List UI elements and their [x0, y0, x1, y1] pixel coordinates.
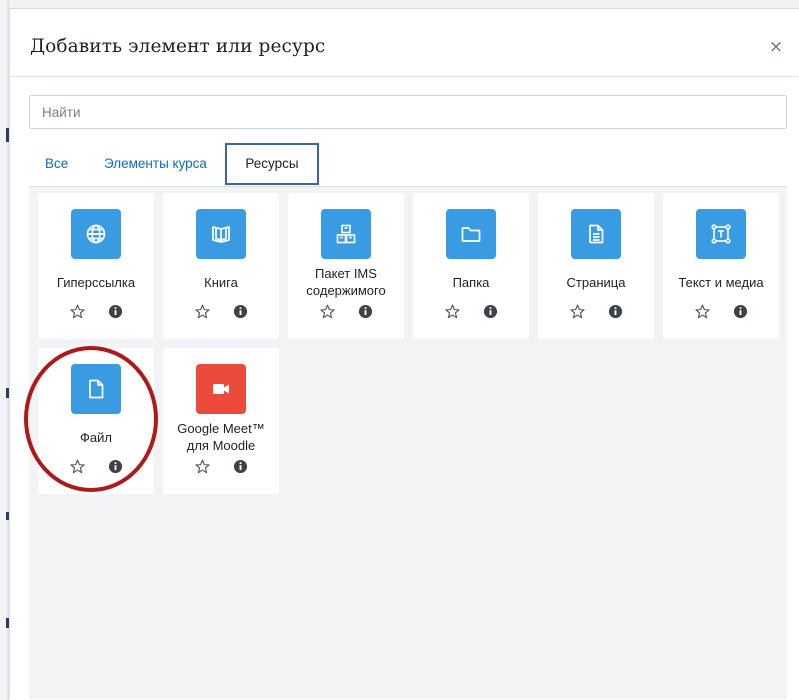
- resource-card-text-media[interactable]: Текст и медиа: [663, 193, 779, 339]
- info-icon[interactable]: [107, 458, 123, 474]
- resource-icon-tile: [446, 209, 496, 259]
- tab-resources[interactable]: Ресурсы: [225, 143, 319, 185]
- package-icon: [336, 224, 356, 244]
- resource-card-page[interactable]: Страница: [538, 193, 654, 339]
- resource-label: Google Meet™ для Moodle: [177, 421, 265, 453]
- search-field[interactable]: [29, 95, 787, 129]
- text-media-icon: [711, 224, 731, 244]
- resource-card-folder[interactable]: Папка: [413, 193, 529, 339]
- tab-activities[interactable]: Элементы курса: [88, 143, 223, 185]
- info-icon[interactable]: [357, 303, 373, 319]
- file-icon: [89, 379, 104, 399]
- resource-grid: Гиперссылка Книга Пакет IMS содержимого: [29, 186, 787, 699]
- card-actions: [163, 458, 279, 478]
- page-icon: [589, 224, 604, 244]
- resource-card-ims-package[interactable]: Пакет IMS содержимого: [288, 193, 404, 339]
- card-actions: [538, 303, 654, 323]
- resource-icon-tile: [696, 209, 746, 259]
- resource-icon-tile: [71, 364, 121, 414]
- star-outline-icon[interactable]: [694, 303, 710, 319]
- background-page-edge: [0, 0, 9, 700]
- star-outline-icon[interactable]: [569, 303, 585, 319]
- card-actions: [288, 303, 404, 323]
- folder-icon: [461, 227, 481, 242]
- resource-label: Страница: [566, 274, 626, 290]
- info-icon[interactable]: [107, 303, 123, 319]
- resource-label: Пакет IMS содержимого: [306, 266, 386, 298]
- card-actions: [163, 303, 279, 323]
- resource-label: Папка: [452, 274, 490, 290]
- modal-header: Добавить элемент или ресурс ×: [10, 9, 798, 77]
- resource-card-url[interactable]: Гиперссылка: [38, 193, 154, 339]
- card-actions: [38, 303, 154, 323]
- info-icon[interactable]: [482, 303, 498, 319]
- resource-icon-tile: [71, 209, 121, 259]
- resource-card-book[interactable]: Книга: [163, 193, 279, 339]
- background-page-top: [9, 0, 799, 9]
- star-outline-icon[interactable]: [194, 303, 210, 319]
- star-outline-icon[interactable]: [69, 303, 85, 319]
- globe-icon: [86, 224, 106, 244]
- resource-label: Текст и медиа: [678, 274, 764, 290]
- star-outline-icon[interactable]: [444, 303, 460, 319]
- card-actions: [663, 303, 779, 323]
- star-outline-icon[interactable]: [319, 303, 335, 319]
- modal-title: Добавить элемент или ресурс: [30, 36, 326, 57]
- video-camera-icon: [213, 384, 229, 394]
- info-icon[interactable]: [232, 303, 248, 319]
- resource-label: Гиперссылка: [56, 274, 136, 290]
- card-actions: [413, 303, 529, 323]
- resource-icon-tile: [321, 209, 371, 259]
- tab-bar: Все Элементы курса Ресурсы: [29, 143, 787, 187]
- info-icon[interactable]: [232, 458, 248, 474]
- star-outline-icon[interactable]: [69, 458, 85, 474]
- close-icon: ×: [768, 37, 784, 57]
- resource-label: Файл: [80, 429, 112, 445]
- tab-all[interactable]: Все: [29, 143, 84, 185]
- resource-card-google-meet[interactable]: Google Meet™ для Moodle: [163, 348, 279, 494]
- resource-icon-tile: [196, 364, 246, 414]
- resource-label: Книга: [204, 274, 238, 290]
- search-input[interactable]: [30, 96, 786, 128]
- resource-icon-tile: [196, 209, 246, 259]
- info-icon[interactable]: [732, 303, 748, 319]
- resource-card-file[interactable]: Файл: [38, 348, 154, 494]
- info-icon[interactable]: [607, 303, 623, 319]
- resource-icon-tile: [571, 209, 621, 259]
- card-actions: [38, 458, 154, 478]
- book-icon: [212, 226, 230, 243]
- close-button[interactable]: ×: [766, 37, 786, 57]
- star-outline-icon[interactable]: [194, 458, 210, 474]
